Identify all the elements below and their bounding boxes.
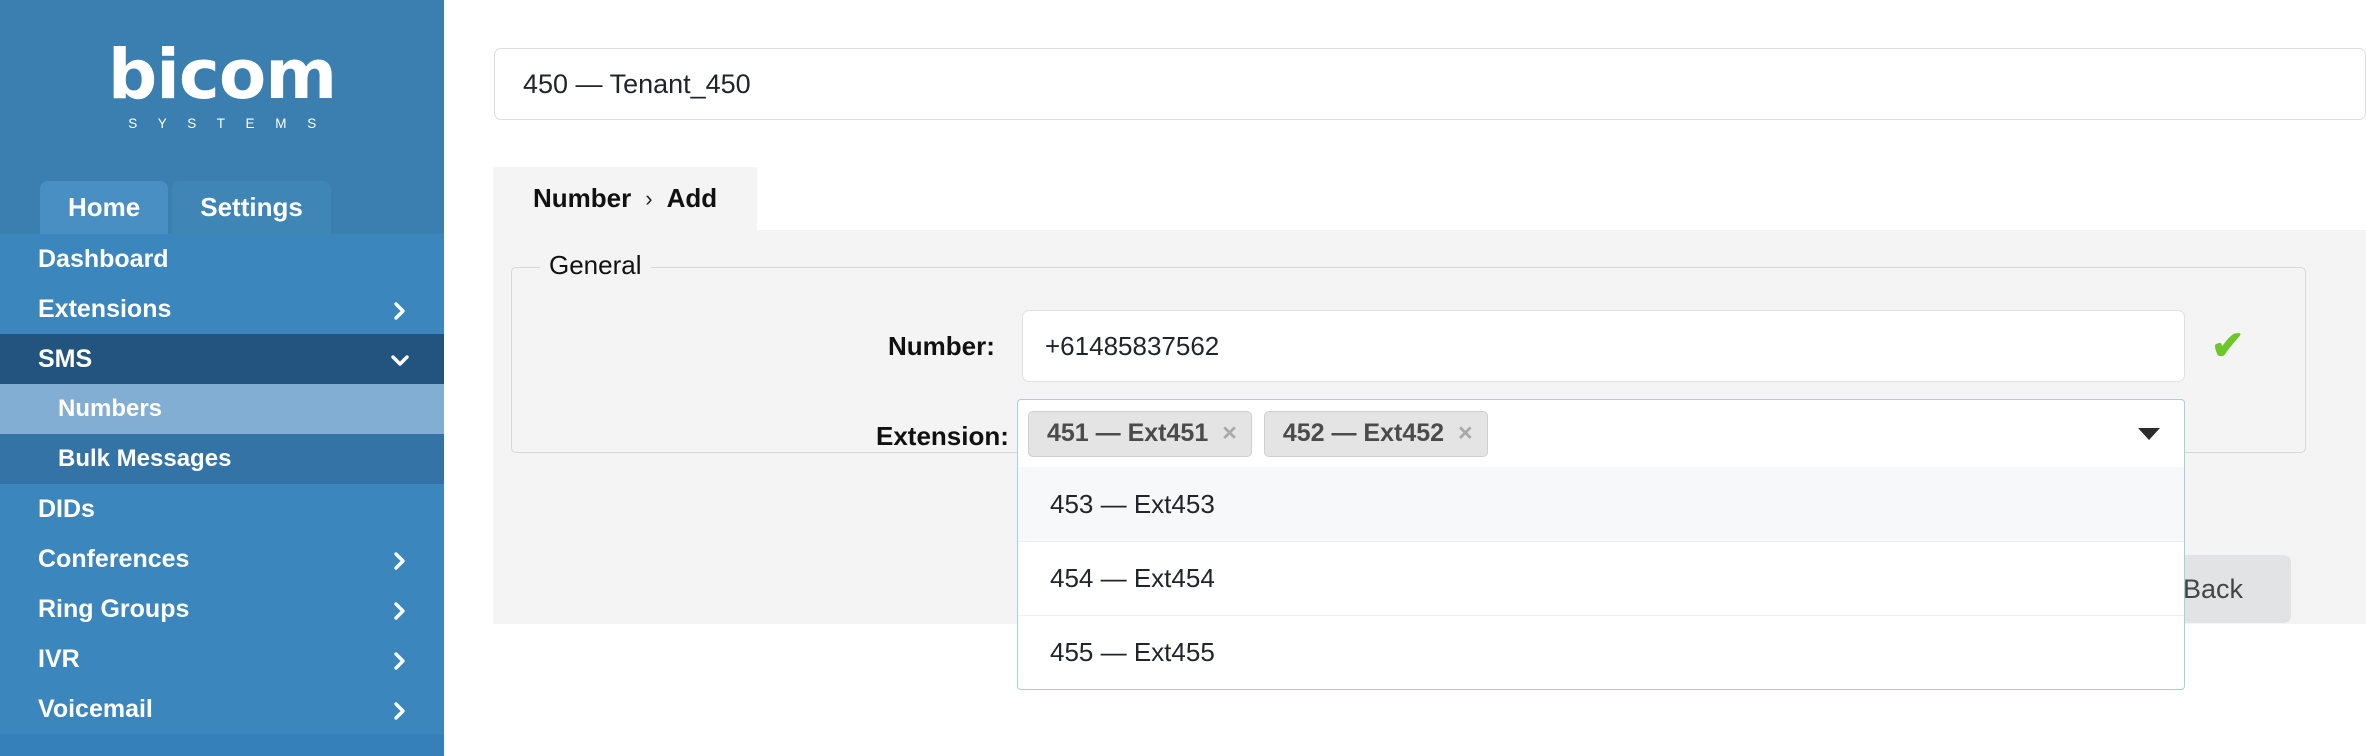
check-valid-icon: ✔ bbox=[2211, 324, 2245, 368]
chevron-right-icon bbox=[390, 299, 410, 320]
selected-tag[interactable]: 451 — Ext451 × bbox=[1028, 410, 1252, 457]
extension-field-label: Extension: bbox=[876, 420, 1009, 451]
sidebar-item-conferences[interactable]: Conferences bbox=[0, 534, 444, 584]
sidebar-item-label: Voicemail bbox=[38, 694, 153, 723]
selected-tag[interactable]: 452 — Ext452 × bbox=[1263, 410, 1488, 457]
tag-label: 452 — Ext452 bbox=[1282, 419, 1445, 447]
number-input[interactable]: +61485837562 bbox=[1022, 310, 2185, 382]
logo-subtitle: S Y S T E M S bbox=[128, 116, 325, 131]
breadcrumb-root[interactable]: Number bbox=[533, 183, 631, 214]
sidebar-item-label: Dashboard bbox=[38, 244, 169, 273]
chevron-right-icon bbox=[390, 649, 410, 670]
remove-tag-icon[interactable]: × bbox=[1222, 419, 1237, 448]
sidebar-item-sms[interactable]: SMS bbox=[0, 334, 444, 384]
list-item[interactable]: 453 — Ext453 bbox=[1018, 467, 2184, 541]
sidebar-item-label: SMS bbox=[38, 344, 93, 373]
chevron-right-icon bbox=[390, 699, 410, 720]
sidebar-item-extensions[interactable]: Extensions bbox=[0, 284, 444, 334]
sidebar-item-label: IVR bbox=[38, 644, 80, 673]
sidebar-item-bulk-messages[interactable]: Bulk Messages bbox=[0, 434, 444, 484]
chevron-right-icon bbox=[390, 599, 410, 620]
list-item[interactable]: 454 — Ext454 bbox=[1018, 541, 2184, 615]
sidebar-item-label: Bulk Messages bbox=[58, 445, 232, 472]
sidebar-item-ivr[interactable]: IVR bbox=[0, 634, 444, 684]
sidebar-tabbar: Home Settings bbox=[0, 172, 444, 234]
remove-tag-icon[interactable]: × bbox=[1458, 419, 1473, 448]
sidebar-item-label: Numbers bbox=[58, 395, 163, 422]
extension-multiselect[interactable]: 451 — Ext451 × 452 — Ext452 × bbox=[1017, 399, 2185, 467]
sidebar-navigation: Dashboard Extensions SMS Numbers Bulk Me… bbox=[0, 234, 444, 734]
sidebar-item-ring-groups[interactable]: Ring Groups bbox=[0, 584, 444, 634]
sidebar-item-label: Extensions bbox=[38, 294, 172, 323]
brand-logo[interactable]: bicom S Y S T E M S bbox=[0, 0, 444, 172]
chevron-right-icon: › bbox=[645, 185, 653, 211]
fieldset-legend: General bbox=[540, 250, 651, 281]
sidebar-item-dids[interactable]: DIDs bbox=[0, 484, 444, 534]
list-item[interactable]: 455 — Ext455 bbox=[1018, 615, 2184, 689]
sidebar-item-label: Conferences bbox=[38, 544, 190, 573]
chevron-right-icon bbox=[390, 549, 410, 570]
sidebar-item-voicemail[interactable]: Voicemail bbox=[0, 684, 444, 734]
tab-settings[interactable]: Settings bbox=[172, 181, 331, 234]
breadcrumb-current: Add bbox=[666, 183, 718, 213]
chevron-down-icon[interactable] bbox=[2138, 427, 2160, 440]
sidebar-item-numbers[interactable]: Numbers bbox=[0, 384, 444, 434]
breadcrumb: Number › Add bbox=[493, 167, 758, 230]
tag-label: 451 — Ext451 bbox=[1047, 419, 1209, 447]
sidebar-item-label: Ring Groups bbox=[38, 594, 190, 623]
extension-dropdown-list: 453 — Ext453 454 — Ext454 455 — Ext455 bbox=[1017, 467, 2185, 690]
application-window: bicom S Y S T E M S Home Settings Dashbo… bbox=[0, 0, 2366, 756]
tenant-selector[interactable]: 450 — Tenant_450 bbox=[494, 48, 2366, 120]
logo-wordmark: bicom bbox=[107, 35, 337, 115]
number-field-label: Number: bbox=[888, 330, 995, 361]
sidebar-item-dashboard[interactable]: Dashboard bbox=[0, 234, 444, 284]
chevron-down-icon bbox=[390, 349, 410, 369]
tab-home[interactable]: Home bbox=[40, 181, 169, 234]
sidebar-item-label: DIDs bbox=[38, 494, 95, 523]
sidebar: bicom S Y S T E M S Home Settings Dashbo… bbox=[0, 0, 444, 756]
breadcrumb-strip bbox=[493, 167, 2366, 230]
